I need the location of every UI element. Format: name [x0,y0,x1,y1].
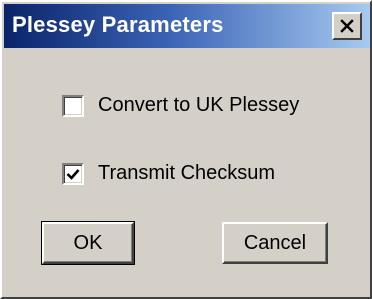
title-bar[interactable]: Plessey Parameters [4,4,370,48]
window-title: Plessey Parameters [12,12,224,37]
transmit-checksum-checkbox[interactable] [62,162,84,185]
convert-uk-plessey-checkbox[interactable] [62,94,84,117]
plessey-parameters-dialog: Plessey Parameters Convert to UK Plessey… [0,0,372,299]
cancel-button[interactable]: Cancel [222,222,328,264]
convert-uk-plessey-label: Convert to UK Plessey [98,94,300,116]
close-button[interactable] [332,12,362,40]
ok-button[interactable]: OK [41,221,135,265]
transmit-checksum-label: Transmit Checksum [98,162,276,184]
checkmark-icon [66,168,80,180]
transmit-checksum-option[interactable]: Transmit Checksum [62,162,275,185]
convert-uk-plessey-option[interactable]: Convert to UK Plessey [62,94,299,117]
close-icon [340,19,354,33]
